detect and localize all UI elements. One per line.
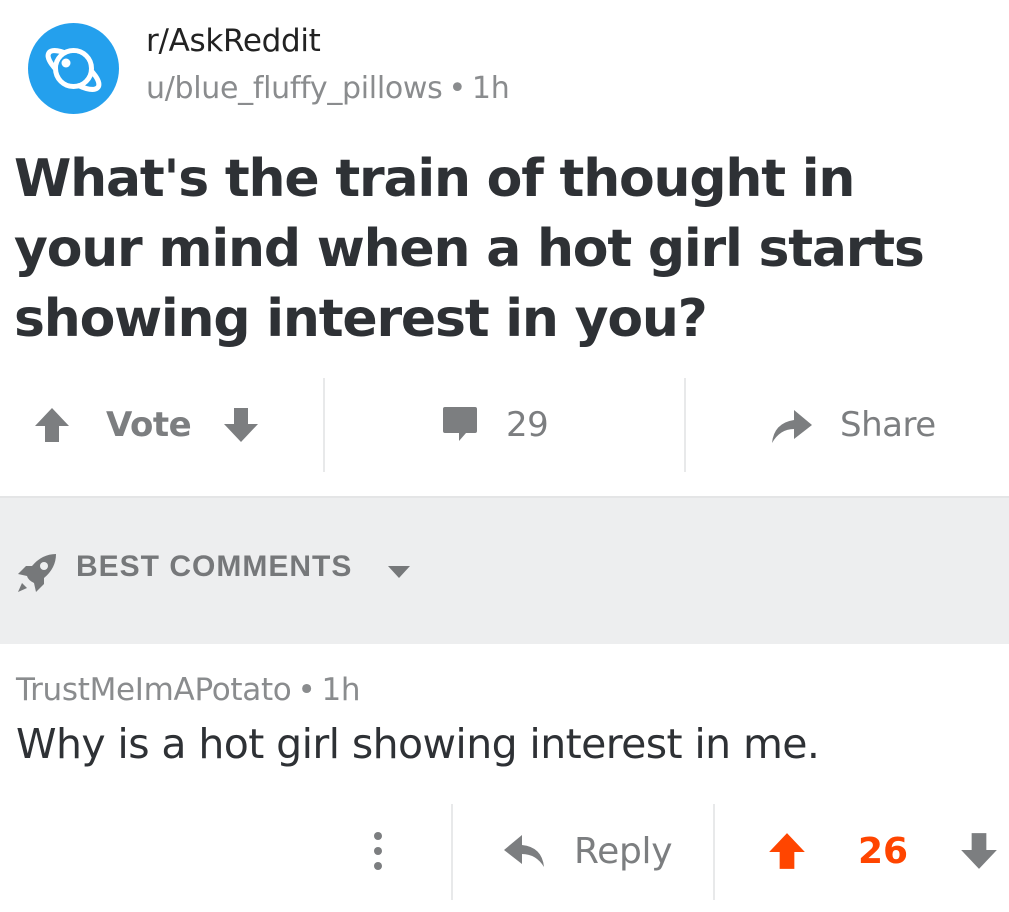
subreddit-avatar[interactable]: [28, 23, 119, 114]
more-icon: [374, 832, 382, 870]
reply-label: Reply: [574, 830, 673, 872]
comment-age: 1h: [321, 672, 361, 708]
comment-body: Why is a hot girl showing interest in me…: [16, 720, 820, 768]
downvote-icon[interactable]: [221, 405, 261, 445]
meta-separator: •: [297, 672, 316, 708]
reply-button[interactable]: Reply: [502, 804, 673, 898]
divider: [451, 804, 453, 900]
vote-group: Vote: [32, 378, 261, 472]
meta-separator: •: [448, 71, 467, 106]
comment-score: 26: [858, 830, 909, 872]
share-icon: [772, 410, 812, 443]
comment-author[interactable]: TrustMeImAPotato: [16, 672, 292, 708]
comment-icon: [443, 407, 477, 441]
post-author[interactable]: u/blue_fluffy_pillows: [146, 71, 443, 106]
share-button[interactable]: Share: [768, 378, 936, 472]
reply-icon: [504, 835, 544, 867]
post-title[interactable]: What's the train of thought in your mind…: [14, 144, 989, 354]
more-options-button[interactable]: [366, 804, 390, 898]
comment-meta: TrustMeImAPotato • 1h: [16, 672, 361, 708]
vote-label: Vote: [106, 405, 192, 445]
planet-icon: [45, 48, 102, 92]
divider: [713, 804, 715, 900]
comment-vote-group: 26: [766, 804, 1000, 898]
post-meta: u/blue_fluffy_pillows • 1h: [146, 71, 510, 106]
comments-button[interactable]: 29: [440, 378, 549, 472]
share-label: Share: [840, 405, 936, 445]
post-header: r/AskReddit u/blue_fluffy_pillows • 1h: [0, 0, 1009, 130]
chevron-down-icon: [388, 566, 410, 578]
upvote-icon[interactable]: [32, 405, 72, 445]
sort-label: BEST COMMENTS: [76, 550, 353, 583]
post-action-bar: Vote 29 Share: [0, 378, 1009, 472]
rocket-icon: [18, 554, 56, 592]
divider: [684, 378, 686, 472]
post-age: 1h: [471, 71, 510, 106]
upvote-icon[interactable]: [766, 830, 808, 872]
comment-sort-bar[interactable]: BEST COMMENTS: [0, 496, 1009, 644]
comment-count: 29: [506, 405, 549, 445]
divider: [323, 378, 325, 472]
comment-action-bar: Reply 26: [0, 804, 1009, 900]
subreddit-name[interactable]: r/AskReddit: [146, 23, 321, 59]
downvote-icon[interactable]: [958, 830, 1000, 872]
